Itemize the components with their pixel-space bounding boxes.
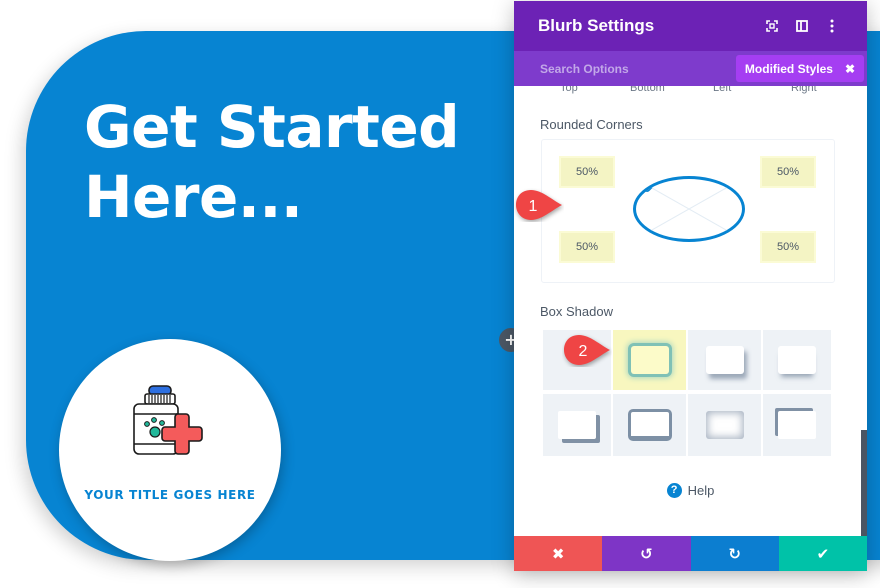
- side-labels: Top Bottom Left Right: [514, 86, 854, 98]
- side-label-bottom: Bottom: [630, 86, 665, 94]
- corner-bottom-right-input[interactable]: 50%: [762, 233, 814, 261]
- help-label: Help: [687, 483, 715, 498]
- callout-number: 1: [529, 198, 538, 215]
- close-icon[interactable]: ✖: [845, 62, 855, 76]
- panel-header: Blurb Settings: [514, 1, 867, 51]
- panel-title: Blurb Settings: [538, 16, 655, 35]
- corner-top-right-input[interactable]: 50%: [762, 158, 814, 186]
- panel-scrollbar[interactable]: [861, 430, 867, 536]
- pet-medicine-bottle-icon: [133, 385, 203, 455]
- modified-styles-button[interactable]: Modified Styles ✖: [735, 55, 864, 82]
- link-icon[interactable]: [636, 179, 654, 197]
- shadow-option-glow[interactable]: [613, 330, 686, 390]
- shadow-option-bottom-left-offset[interactable]: [543, 394, 611, 456]
- panel-subheader: Modified Styles ✖: [514, 51, 867, 86]
- callout-number: 2: [579, 343, 588, 360]
- more-options-icon[interactable]: [817, 11, 847, 41]
- shadow-preview: [558, 411, 596, 439]
- save-button[interactable]: ✔: [778, 536, 867, 571]
- side-label-right: Right: [791, 86, 817, 94]
- headline-line-1: Get Started: [84, 93, 460, 161]
- headline: Get Started Here...: [84, 92, 460, 232]
- shadow-preview: [630, 346, 669, 374]
- cancel-button[interactable]: ✖: [514, 536, 603, 571]
- side-label-top: Top: [560, 86, 578, 94]
- shadow-option-bottom-soft[interactable]: [763, 330, 831, 390]
- split-view-icon[interactable]: [787, 11, 817, 41]
- panel-footer: ✖ ↺ ↻ ✔: [514, 536, 867, 571]
- shadow-preview: [705, 346, 744, 374]
- modified-styles-label: Modified Styles: [744, 61, 833, 76]
- help-link[interactable]: ? Help: [514, 483, 867, 498]
- rounded-corners-control: 50% 50% 50% 50%: [541, 139, 835, 283]
- blurb-module[interactable]: YOUR TITLE GOES HERE: [59, 339, 281, 561]
- shadow-option-bottom-right-soft[interactable]: [688, 330, 761, 390]
- shadow-preview: [778, 346, 816, 374]
- search-options-input[interactable]: [540, 61, 740, 76]
- headline-line-2: Here...: [84, 163, 303, 231]
- callout-marker-2: 2: [564, 335, 610, 365]
- shadow-preview: [778, 411, 816, 439]
- blurb-title: YOUR TITLE GOES HERE: [84, 488, 256, 502]
- blurb-settings-panel: Blurb Settings Modified Styles ✖ Top Bot…: [514, 1, 867, 571]
- redo-button[interactable]: ↻: [690, 536, 779, 571]
- shadow-preview: [627, 409, 672, 441]
- expand-icon[interactable]: [757, 11, 787, 41]
- shadow-option-inset[interactable]: [688, 394, 761, 456]
- box-shadow-label: Box Shadow: [540, 304, 613, 319]
- corner-preview-ellipse: [633, 176, 745, 242]
- corner-bottom-left-input[interactable]: 50%: [561, 233, 613, 261]
- page: Get Started Here... YOUR TITLE GOES HERE…: [0, 0, 880, 588]
- shadow-option-top-left-offset[interactable]: [763, 394, 831, 456]
- corner-top-left-input[interactable]: 50%: [561, 158, 613, 186]
- side-label-left: Left: [713, 86, 732, 94]
- panel-body: Top Bottom Left Right Rounded Corners 50…: [514, 86, 867, 536]
- shadow-preview: [705, 411, 744, 439]
- rounded-corners-label: Rounded Corners: [540, 117, 643, 132]
- shadow-option-outline-bottom[interactable]: [613, 394, 686, 456]
- help-icon: ?: [666, 483, 682, 498]
- undo-button[interactable]: ↺: [602, 536, 691, 571]
- callout-marker-1: 1: [516, 190, 562, 220]
